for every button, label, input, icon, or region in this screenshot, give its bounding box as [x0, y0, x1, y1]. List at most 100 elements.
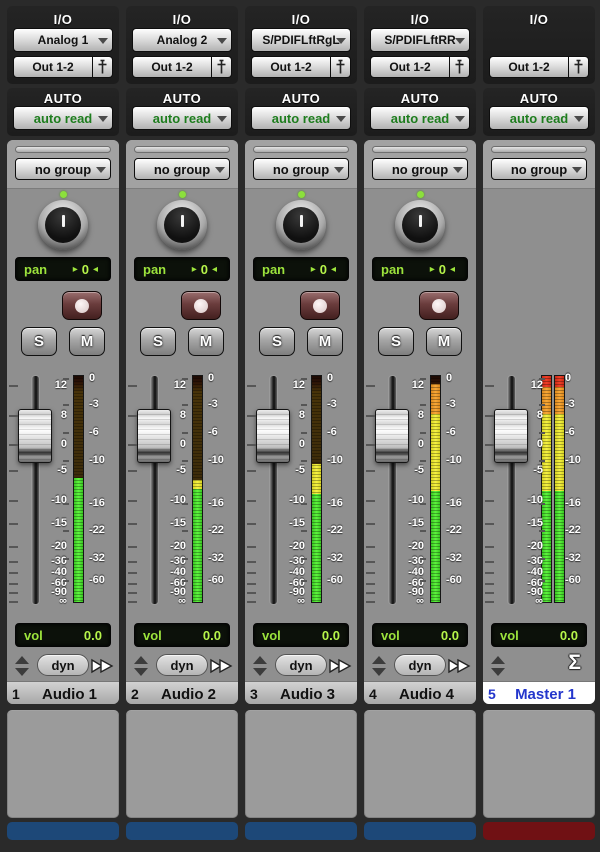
- insert-dyn-button[interactable]: dyn: [37, 654, 89, 676]
- fader-scale-label: 0: [179, 438, 186, 450]
- record-dot-icon: [313, 298, 327, 313]
- track-name-row[interactable]: 3 Audio 3: [245, 681, 357, 704]
- volume-display[interactable]: vol 0.0: [372, 623, 468, 647]
- fader-scale-tick: [9, 592, 18, 594]
- group-selector[interactable]: no group: [372, 158, 468, 180]
- track-height-stepper[interactable]: [491, 655, 505, 677]
- comments-box[interactable]: [7, 710, 119, 818]
- track-color-bar[interactable]: [483, 822, 595, 840]
- group-selector[interactable]: no group: [253, 158, 349, 180]
- volume-display[interactable]: vol 0.0: [15, 623, 111, 647]
- double-arrow-icon[interactable]: [446, 654, 472, 683]
- automation-mode-selector[interactable]: auto read: [132, 106, 232, 130]
- fader-scale-tick: [128, 601, 137, 603]
- pan-knob[interactable]: [38, 191, 88, 251]
- pan-knob[interactable]: [157, 191, 207, 251]
- automation-section-label: AUTO: [281, 91, 321, 106]
- track-name-row[interactable]: 2 Audio 2: [126, 681, 238, 704]
- group-selector[interactable]: no group: [134, 158, 230, 180]
- solo-button[interactable]: S: [259, 327, 295, 356]
- track-color-bar[interactable]: [126, 822, 238, 840]
- record-enable-button[interactable]: [181, 291, 221, 320]
- input-selector[interactable]: Analog 2: [132, 28, 232, 52]
- output-window-button[interactable]: [331, 56, 351, 78]
- meter-segment-green: [312, 493, 321, 602]
- solo-button[interactable]: S: [21, 327, 57, 356]
- comments-box[interactable]: [364, 710, 476, 818]
- solo-button[interactable]: S: [140, 327, 176, 356]
- volume-display[interactable]: vol 0.0: [134, 623, 230, 647]
- pan-display[interactable]: pan ▸ 0 ◂: [15, 257, 111, 281]
- fader-scale-tick: [366, 583, 375, 585]
- pan-display[interactable]: pan ▸ 0 ◂: [253, 257, 349, 281]
- output-selector[interactable]: Out 1-2: [489, 56, 569, 78]
- group-id-indicator[interactable]: [372, 146, 468, 153]
- pan-knob[interactable]: [395, 191, 445, 251]
- double-arrow-icon[interactable]: [208, 654, 234, 683]
- group-selector[interactable]: no group: [15, 158, 111, 180]
- track-height-stepper[interactable]: [134, 655, 148, 677]
- fader-scale-tick: [9, 583, 18, 585]
- output-selector[interactable]: Out 1-2: [13, 56, 93, 78]
- automation-mode-selector[interactable]: auto read: [370, 106, 470, 130]
- pan-knob[interactable]: [276, 191, 326, 251]
- pan-display[interactable]: pan ▸ 0 ◂: [372, 257, 468, 281]
- group-id-indicator[interactable]: [491, 146, 587, 153]
- record-enable-button[interactable]: [62, 291, 102, 320]
- track-name-row[interactable]: 4 Audio 4: [364, 681, 476, 704]
- pan-right-arrow-icon: ▸: [429, 263, 435, 275]
- track-height-stepper[interactable]: [253, 655, 267, 677]
- comments-box[interactable]: [483, 710, 595, 818]
- input-selector[interactable]: S/PDIFLftRgL: [251, 28, 351, 52]
- track-height-stepper[interactable]: [15, 655, 29, 677]
- output-selector[interactable]: Out 1-2: [370, 56, 450, 78]
- volume-display[interactable]: vol 0.0: [253, 623, 349, 647]
- fader-scale-tick: [366, 572, 375, 574]
- output-window-button[interactable]: [569, 56, 589, 78]
- mute-button[interactable]: M: [188, 327, 224, 356]
- meter-scale-label: -16: [446, 497, 462, 509]
- meter-scale-label: 0: [446, 372, 453, 384]
- track-name-row[interactable]: 1 Audio 1: [7, 681, 119, 704]
- fader-scale-tick: [128, 444, 137, 446]
- strip-body: no group pan ▸ 0 ◂ S M 12 8 0 -5 -10 -15…: [245, 140, 357, 704]
- record-enable-button[interactable]: [419, 291, 459, 320]
- output-selector[interactable]: Out 1-2: [251, 56, 331, 78]
- mute-button[interactable]: M: [69, 327, 105, 356]
- automation-mode-selector[interactable]: auto read: [251, 106, 351, 130]
- insert-dyn-button[interactable]: dyn: [275, 654, 327, 676]
- volume-display[interactable]: vol 0.0: [491, 623, 587, 647]
- automation-mode-selector[interactable]: auto read: [13, 106, 113, 130]
- insert-dyn-button[interactable]: dyn: [394, 654, 446, 676]
- automation-mode-selector[interactable]: auto read: [489, 106, 589, 130]
- solo-button[interactable]: S: [378, 327, 414, 356]
- track-color-bar[interactable]: [7, 822, 119, 840]
- output-window-button[interactable]: [212, 56, 232, 78]
- fader-scale-label: 0: [60, 438, 67, 450]
- track-color-bar[interactable]: [364, 822, 476, 840]
- group-id-indicator[interactable]: [15, 146, 111, 153]
- pan-right-arrow-icon: ▸: [191, 263, 197, 275]
- input-selector[interactable]: Analog 1: [13, 28, 113, 52]
- insert-dyn-button[interactable]: dyn: [156, 654, 208, 676]
- group-selector[interactable]: no group: [491, 158, 587, 180]
- mute-button[interactable]: M: [426, 327, 462, 356]
- pan-display[interactable]: pan ▸ 0 ◂: [134, 257, 230, 281]
- output-window-button[interactable]: [450, 56, 470, 78]
- pan-knob-pointer: [418, 215, 422, 227]
- input-selector[interactable]: S/PDIFLftRR: [370, 28, 470, 52]
- track-color-bar[interactable]: [245, 822, 357, 840]
- group-id-indicator[interactable]: [134, 146, 230, 153]
- track-name-row[interactable]: 5 Master 1: [483, 681, 595, 704]
- comments-box[interactable]: [245, 710, 357, 818]
- output-selector[interactable]: Out 1-2: [132, 56, 212, 78]
- record-enable-button[interactable]: [300, 291, 340, 320]
- comments-box[interactable]: [126, 710, 238, 818]
- output-window-button[interactable]: [93, 56, 113, 78]
- group-id-indicator[interactable]: [253, 146, 349, 153]
- double-arrow-icon[interactable]: [89, 654, 115, 683]
- fader-scale-label: -5: [176, 464, 186, 476]
- double-arrow-icon[interactable]: [327, 654, 353, 683]
- track-height-stepper[interactable]: [372, 655, 386, 677]
- mute-button[interactable]: M: [307, 327, 343, 356]
